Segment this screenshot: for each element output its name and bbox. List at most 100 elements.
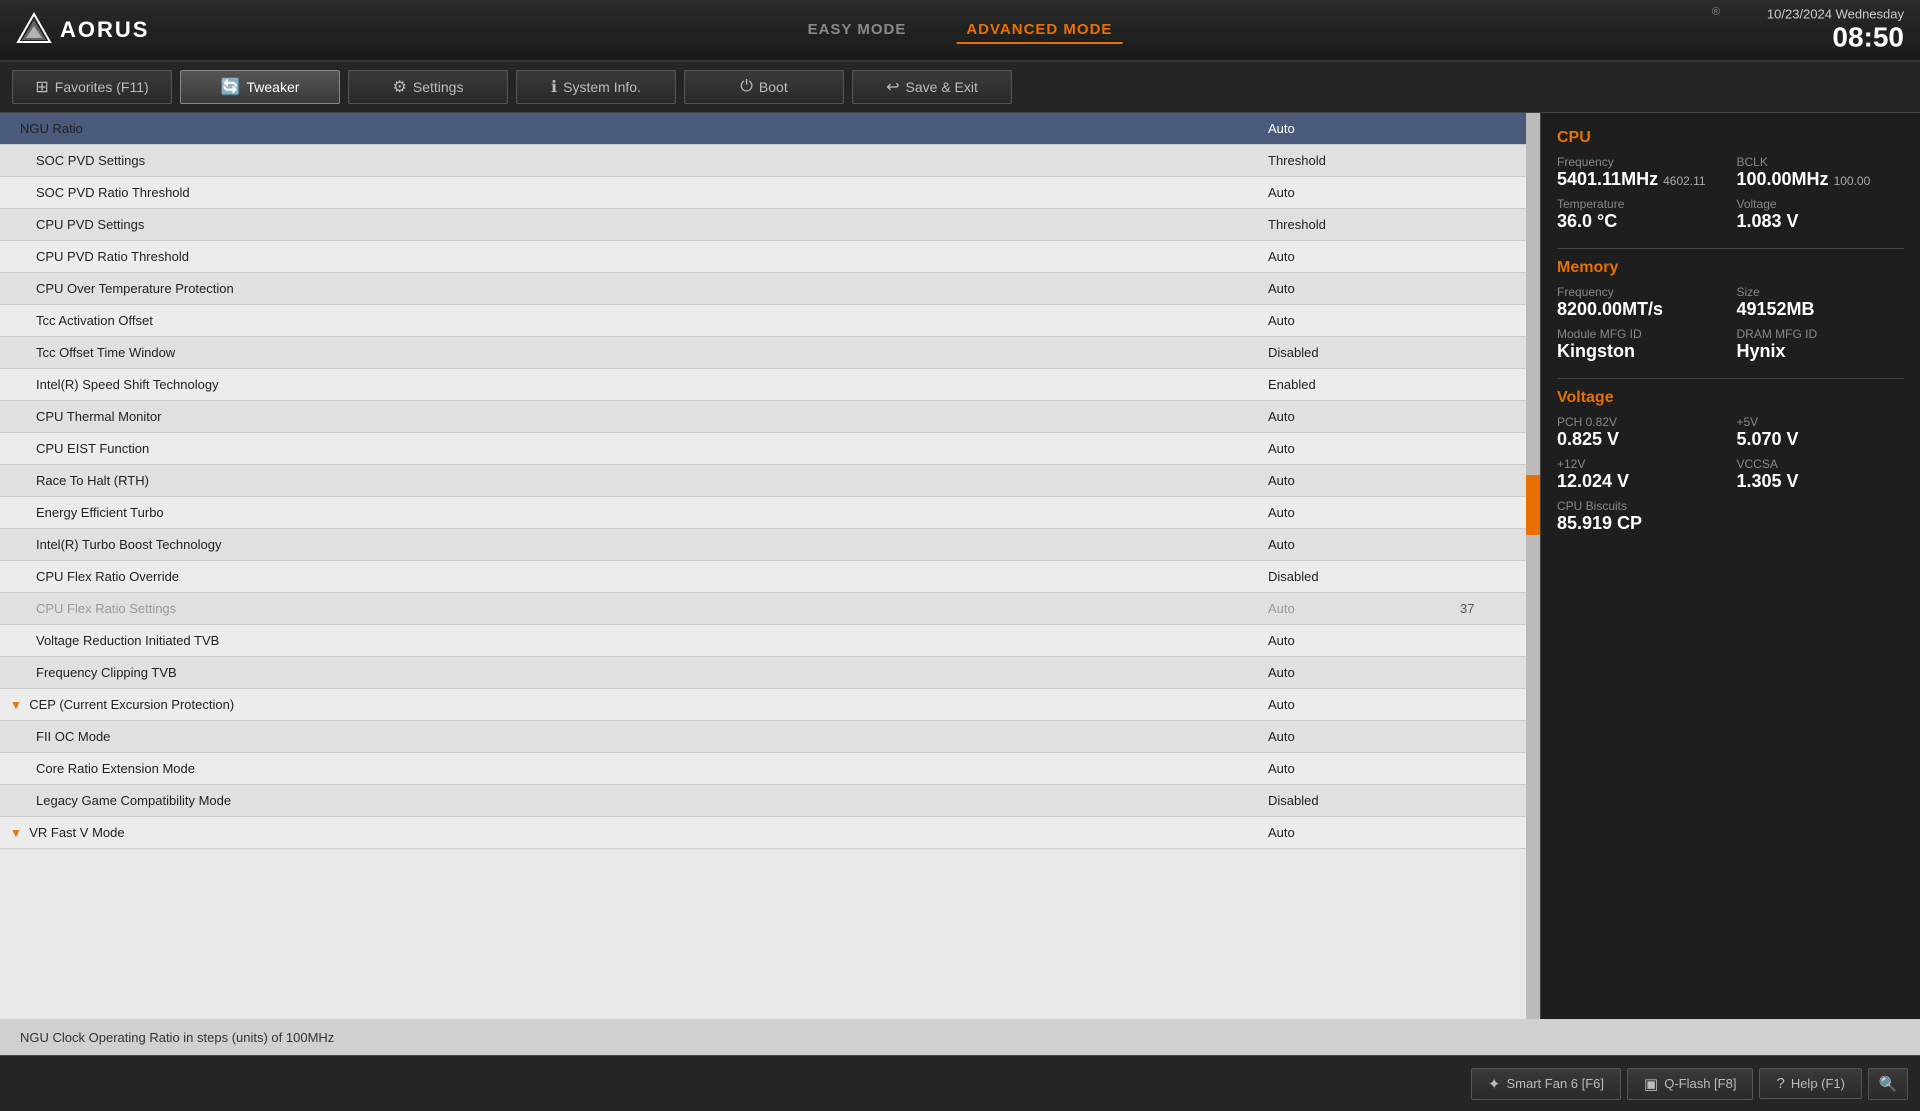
setting-value: Auto xyxy=(1260,729,1460,744)
setting-value: Auto xyxy=(1260,249,1460,264)
setting-name: Tcc Offset Time Window xyxy=(0,345,1260,360)
table-row[interactable]: Legacy Game Compatibility ModeDisabled xyxy=(0,785,1540,817)
favorites-button[interactable]: ⊞ Favorites (F11) xyxy=(12,70,172,104)
table-row[interactable]: CPU Thermal MonitorAuto xyxy=(0,401,1540,433)
cpu-biscuits-value: 85.919 CP xyxy=(1557,513,1725,535)
setting-value: Disabled xyxy=(1260,345,1460,360)
boot-button[interactable]: ⏻ Boot xyxy=(684,70,844,104)
scrollbar-thumb[interactable] xyxy=(1526,475,1540,535)
table-row[interactable]: ▼ CEP (Current Excursion Protection)Auto xyxy=(0,689,1540,721)
navbar: ⊞ Favorites (F11) 🔄 Tweaker ⚙ Settings ℹ… xyxy=(0,62,1920,113)
setting-name: Race To Halt (RTH) xyxy=(0,473,1260,488)
cpu-grid: Frequency 5401.11MHz 4602.11 BCLK 100.00… xyxy=(1557,155,1904,232)
table-row[interactable]: CPU Over Temperature ProtectionAuto xyxy=(0,273,1540,305)
setting-value: Auto xyxy=(1260,665,1460,680)
table-row[interactable]: SOC PVD SettingsThreshold xyxy=(0,145,1540,177)
table-row[interactable]: Race To Halt (RTH)Auto xyxy=(0,465,1540,497)
table-row[interactable]: FII OC ModeAuto xyxy=(0,721,1540,753)
vccsa-label: VCCSA xyxy=(1737,457,1905,471)
easy-mode-button[interactable]: EASY MODE xyxy=(798,17,917,44)
voltage-col: Voltage 1.083 V xyxy=(1737,197,1905,233)
time-display: 08:50 xyxy=(1767,22,1904,54)
table-row[interactable]: SOC PVD Ratio ThresholdAuto xyxy=(0,177,1540,209)
cpu-frequency-value: 5401.11MHz 4602.11 xyxy=(1557,169,1725,191)
table-row[interactable]: Energy Efficient TurboAuto xyxy=(0,497,1540,529)
module-mfg-label: Module MFG ID xyxy=(1557,327,1725,341)
table-row[interactable]: CPU PVD SettingsThreshold xyxy=(0,209,1540,241)
setting-value: Auto xyxy=(1260,601,1460,616)
setting-name: Frequency Clipping TVB xyxy=(0,665,1260,680)
vccsa-col: VCCSA 1.305 V xyxy=(1737,457,1905,493)
setting-name: Intel(R) Speed Shift Technology xyxy=(0,377,1260,392)
logo-text: AORUS xyxy=(60,17,149,43)
save-exit-button[interactable]: ↩ Save & Exit xyxy=(852,70,1012,104)
sysinfo-button[interactable]: ℹ System Info. xyxy=(516,70,676,104)
main-area: NGU RatioAutoSOC PVD SettingsThresholdSO… xyxy=(0,113,1920,1019)
setting-name: SOC PVD Settings xyxy=(0,153,1260,168)
setting-name: CPU Flex Ratio Override xyxy=(0,569,1260,584)
sysinfo-label: System Info. xyxy=(563,79,641,95)
date-display: 10/23/2024 Wednesday xyxy=(1767,7,1904,22)
settings-label: Settings xyxy=(413,79,464,95)
table-row[interactable]: Tcc Offset Time WindowDisabled xyxy=(0,337,1540,369)
description-text: NGU Clock Operating Ratio in steps (unit… xyxy=(20,1030,334,1045)
mem-size-label: Size xyxy=(1737,285,1905,299)
tweaker-button[interactable]: 🔄 Tweaker xyxy=(180,70,340,104)
setting-value: Auto xyxy=(1260,633,1460,648)
qflash-label: Q-Flash [F8] xyxy=(1664,1076,1736,1091)
setting-name: Tcc Activation Offset xyxy=(0,313,1260,328)
cpu-frequency-label: Frequency xyxy=(1557,155,1725,169)
bclk-value: 100.00MHz 100.00 xyxy=(1737,169,1905,191)
module-mfg-col: Module MFG ID Kingston xyxy=(1557,327,1725,363)
search-button[interactable]: 🔍 xyxy=(1868,1068,1908,1100)
header: AORUS EASY MODE ADVANCED MODE ® 10/23/20… xyxy=(0,0,1920,62)
favorites-icon: ⊞ xyxy=(35,77,48,97)
table-row[interactable]: ▼ VR Fast V ModeAuto xyxy=(0,817,1540,849)
mode-switcher: EASY MODE ADVANCED MODE xyxy=(798,17,1123,44)
setting-value: Threshold xyxy=(1260,217,1460,232)
setting-name: CPU Thermal Monitor xyxy=(0,409,1260,424)
divider-2 xyxy=(1557,378,1904,379)
setting-name: Core Ratio Extension Mode xyxy=(0,761,1260,776)
table-row[interactable]: Voltage Reduction Initiated TVBAuto xyxy=(0,625,1540,657)
plus12v-value: 12.024 V xyxy=(1557,471,1725,493)
plus5v-label: +5V xyxy=(1737,415,1905,429)
setting-value: Auto xyxy=(1260,441,1460,456)
dram-mfg-value: Hynix xyxy=(1737,341,1905,363)
setting-value: Auto xyxy=(1260,281,1460,296)
setting-name: CPU EIST Function xyxy=(0,441,1260,456)
table-row[interactable]: CPU Flex Ratio OverrideDisabled xyxy=(0,561,1540,593)
setting-value: Auto xyxy=(1260,473,1460,488)
qflash-button[interactable]: ▣ Q-Flash [F8] xyxy=(1627,1068,1753,1100)
table-row[interactable]: Tcc Activation OffsetAuto xyxy=(0,305,1540,337)
smart-fan-button[interactable]: ✦ Smart Fan 6 [F6] xyxy=(1471,1068,1621,1100)
scrollbar-track[interactable] xyxy=(1526,113,1540,1019)
table-row[interactable]: Frequency Clipping TVBAuto xyxy=(0,657,1540,689)
table-row[interactable]: Intel(R) Turbo Boost TechnologyAuto xyxy=(0,529,1540,561)
aorus-logo-icon xyxy=(16,12,52,48)
help-button[interactable]: ? Help (F1) xyxy=(1759,1068,1862,1099)
mem-frequency-value: 8200.00MT/s xyxy=(1557,299,1725,321)
expand-arrow-icon: ▼ xyxy=(10,826,25,840)
table-row[interactable]: CPU Flex Ratio SettingsAuto37 xyxy=(0,593,1540,625)
setting-name: Intel(R) Turbo Boost Technology xyxy=(0,537,1260,552)
voltage-section: Voltage PCH 0.82V 0.825 V +5V 5.070 V +1… xyxy=(1557,389,1904,534)
settings-button[interactable]: ⚙ Settings xyxy=(348,70,508,104)
voltage-grid: PCH 0.82V 0.825 V +5V 5.070 V +12V 12.02… xyxy=(1557,415,1904,534)
cpu-frequency-small: 4602.11 xyxy=(1663,174,1706,188)
dram-mfg-col: DRAM MFG ID Hynix xyxy=(1737,327,1905,363)
help-label: Help (F1) xyxy=(1791,1076,1845,1091)
save-exit-icon: ↩ xyxy=(886,77,899,97)
table-row[interactable]: CPU EIST FunctionAuto xyxy=(0,433,1540,465)
boot-label: Boot xyxy=(759,79,788,95)
setting-value: Auto xyxy=(1260,185,1460,200)
table-row[interactable]: NGU RatioAuto xyxy=(0,113,1540,145)
table-row[interactable]: Intel(R) Speed Shift TechnologyEnabled xyxy=(0,369,1540,401)
setting-name: CPU Flex Ratio Settings xyxy=(0,601,1260,616)
settings-panel[interactable]: NGU RatioAutoSOC PVD SettingsThresholdSO… xyxy=(0,113,1540,1019)
footer: ✦ Smart Fan 6 [F6] ▣ Q-Flash [F8] ? Help… xyxy=(0,1055,1920,1111)
table-row[interactable]: Core Ratio Extension ModeAuto xyxy=(0,753,1540,785)
table-row[interactable]: CPU PVD Ratio ThresholdAuto xyxy=(0,241,1540,273)
advanced-mode-button[interactable]: ADVANCED MODE xyxy=(956,17,1122,44)
setting-value: Auto xyxy=(1260,121,1460,136)
